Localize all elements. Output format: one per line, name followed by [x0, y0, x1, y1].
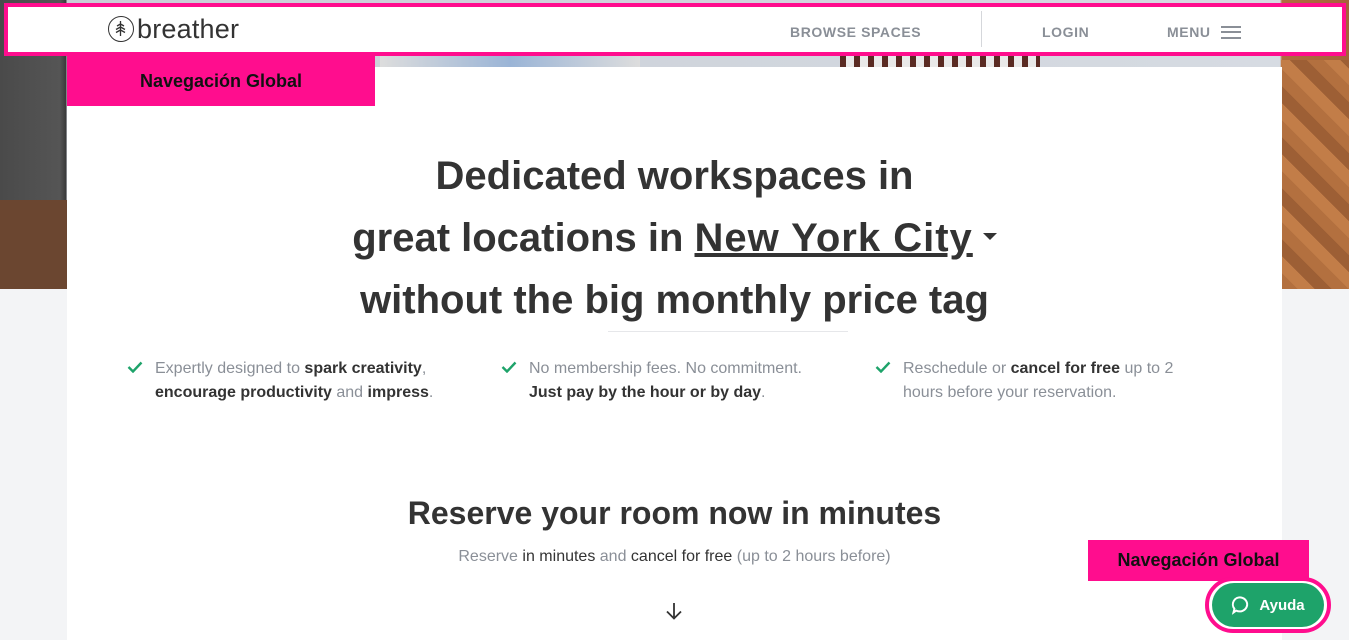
feature-text: . [761, 384, 766, 401]
feature-text: and [331, 384, 368, 401]
check-icon [875, 361, 891, 373]
headline-line-1: Dedicated workspaces in [435, 154, 914, 198]
nav-menu-button[interactable]: MENU [1167, 24, 1241, 40]
global-navigation: breather BROWSE SPACES LOGIN MENU [4, 3, 1346, 56]
annotation-tag-help: Navegación Global [1088, 540, 1309, 581]
feature-item: Reschedule or cancel for free up to 2 ho… [875, 357, 1205, 405]
feature-item: Expertly designed to spark creativity, e… [127, 357, 457, 405]
nav-browse-spaces[interactable]: BROWSE SPACES [790, 24, 921, 40]
help-button[interactable]: Ayuda [1212, 583, 1324, 627]
nav-divider [981, 11, 982, 47]
reserve-sub-part: in minutes [522, 548, 596, 565]
city-name: New York City [694, 216, 973, 260]
feature-item: No membership fees. No commitment. Just … [501, 357, 831, 405]
nav-login[interactable]: LOGIN [1042, 24, 1089, 40]
reserve-sub-part: cancel for free [630, 548, 733, 565]
reserve-title: Reserve your room now in minutes [407, 495, 942, 531]
feature-text: , [421, 360, 427, 377]
city-selector[interactable]: New York City [695, 216, 973, 260]
menu-label: MENU [1167, 24, 1211, 40]
check-icon [127, 361, 143, 373]
caret-down-icon[interactable] [982, 232, 997, 240]
reserve-sub-part: Reserve [458, 548, 523, 565]
feature-text: . [428, 384, 434, 401]
feature-bold: Just pay by the hour or by day [529, 384, 762, 401]
reserve-sub-part: (up to 2 hours before) [732, 548, 891, 565]
feature-bold: impress [367, 384, 429, 401]
check-icon [501, 361, 517, 373]
feature-text: Expertly designed to [155, 360, 305, 377]
chat-bubble-icon [1232, 596, 1249, 615]
feature-bold: encourage productivity [155, 384, 332, 401]
brand-name: breather [137, 14, 240, 44]
divider-rule [608, 331, 848, 332]
tree-logo-icon [108, 16, 134, 42]
feature-bold: spark creativity [304, 360, 422, 377]
feature-text: Reschedule or [903, 360, 1011, 377]
reserve-sub-part: and [595, 548, 631, 565]
arrow-down-icon[interactable] [665, 601, 683, 621]
feature-text: No membership fees. No commitment. [529, 360, 802, 377]
hamburger-icon [1220, 25, 1241, 39]
annotation-tag-global-nav: Navegación Global [67, 56, 375, 106]
brand-logo[interactable]: breather [108, 14, 240, 44]
feature-bold: cancel for free [1010, 360, 1121, 377]
headline-line-2-prefix: great locations in [352, 216, 684, 260]
headline-line-3: without the big monthly price tag [360, 278, 989, 322]
help-button-highlight: Ayuda [1205, 577, 1331, 633]
hero-headline: Dedicated workspaces in great locations … [67, 145, 1282, 331]
help-label: Ayuda [1259, 596, 1305, 614]
